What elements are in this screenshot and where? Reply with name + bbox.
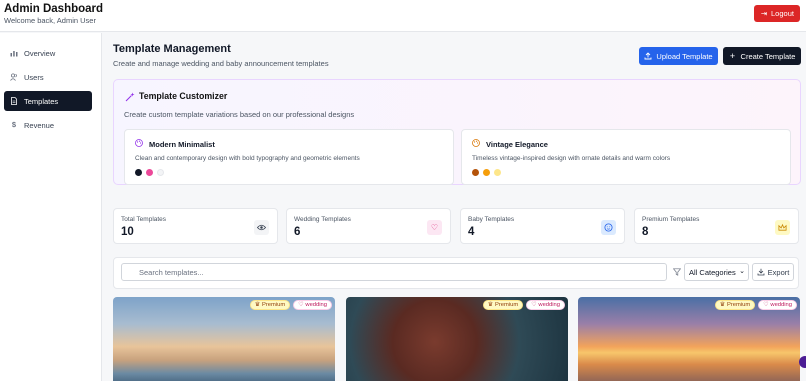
design-name: Vintage Elegance bbox=[486, 140, 548, 149]
logout-label: Logout bbox=[771, 9, 794, 18]
bar-chart-icon bbox=[10, 49, 18, 57]
stat-label: Premium Templates bbox=[642, 216, 700, 223]
sidebar-item-templates[interactable]: Templates bbox=[4, 91, 92, 111]
sidebar-item-users[interactable]: Users bbox=[4, 67, 92, 87]
stat-card-baby: Baby Templates 4 bbox=[460, 208, 625, 244]
filter-icon bbox=[672, 268, 682, 278]
baby-icon bbox=[601, 220, 616, 235]
customizer-title: Template Customizer bbox=[139, 91, 228, 101]
upload-icon bbox=[644, 52, 652, 60]
customizer-subtitle: Create custom template variations based … bbox=[124, 110, 355, 119]
design-description: Clean and contemporary design with bold … bbox=[135, 155, 360, 162]
magic-wand-icon bbox=[125, 92, 135, 104]
export-label: Export bbox=[767, 267, 790, 277]
heart-icon: ♡ bbox=[298, 302, 304, 308]
app-title: Admin Dashboard bbox=[4, 3, 104, 15]
color-swatches bbox=[135, 169, 164, 176]
page-title: Template Management bbox=[113, 43, 231, 55]
stat-label: Total Templates bbox=[121, 216, 167, 223]
stat-value: 8 bbox=[642, 226, 649, 238]
premium-label: Premium bbox=[494, 302, 519, 308]
category-select-value: All Categories bbox=[689, 267, 736, 277]
main-content: Template Management Create and manage we… bbox=[103, 33, 806, 381]
stat-label: Baby Templates bbox=[468, 216, 515, 223]
chevron-down-icon: ⌄ bbox=[739, 268, 745, 275]
design-name: Modern Minimalist bbox=[149, 140, 215, 149]
eye-icon bbox=[254, 220, 269, 235]
design-description: Timeless vintage-inspired design with or… bbox=[472, 155, 671, 162]
premium-badge: ♛ Premium bbox=[714, 300, 756, 310]
sidebar-item-overview[interactable]: Overview bbox=[4, 43, 92, 63]
create-template-button[interactable]: + Create Template bbox=[723, 47, 801, 65]
premium-label: Premium bbox=[261, 302, 286, 308]
stat-value: 6 bbox=[294, 226, 301, 238]
create-template-label: Create Template bbox=[740, 51, 796, 61]
crown-icon bbox=[775, 220, 790, 235]
color-swatch bbox=[472, 169, 479, 176]
filter-bar: All Categories ⌄ Export bbox=[113, 257, 799, 289]
template-card[interactable]: ♛ Premium ♡ wedding bbox=[578, 297, 800, 381]
template-badges: ♛ Premium ♡ wedding bbox=[714, 300, 797, 310]
crown-icon: ♛ bbox=[254, 302, 260, 308]
search-input[interactable] bbox=[121, 263, 667, 281]
sidebar-item-label: Templates bbox=[24, 96, 59, 106]
file-icon bbox=[10, 97, 18, 105]
crown-icon: ♛ bbox=[487, 302, 493, 308]
premium-badge: ♛ Premium bbox=[249, 300, 291, 310]
upload-template-label: Upload Template bbox=[656, 51, 713, 61]
palette-icon bbox=[472, 139, 480, 149]
page-subtitle: Create and manage wedding and baby annou… bbox=[113, 59, 329, 68]
export-button[interactable]: Export bbox=[752, 263, 794, 281]
color-swatch bbox=[146, 169, 153, 176]
category-label: wedding bbox=[770, 302, 792, 308]
color-swatches bbox=[472, 169, 501, 176]
template-badges: ♛ Premium ♡ wedding bbox=[249, 300, 332, 310]
stat-card-total: Total Templates 10 bbox=[113, 208, 278, 244]
design-card-modern-minimalist[interactable]: Modern Minimalist Clean and contemporary… bbox=[124, 129, 454, 185]
sidebar: Overview Users Templates $ Revenue bbox=[0, 33, 102, 381]
crown-icon: ♛ bbox=[719, 302, 725, 308]
template-card[interactable]: ♛ Premium ♡ wedding bbox=[113, 297, 335, 381]
template-card[interactable]: ♛ Premium ♡ wedding bbox=[346, 297, 568, 381]
category-select[interactable]: All Categories ⌄ bbox=[684, 263, 749, 281]
plus-icon: + bbox=[729, 50, 736, 61]
stat-label: Wedding Templates bbox=[294, 216, 351, 223]
floating-widget-button[interactable] bbox=[799, 356, 806, 368]
category-badge: ♡ wedding bbox=[293, 300, 332, 310]
category-label: wedding bbox=[538, 302, 560, 308]
dollar-icon: $ bbox=[11, 120, 17, 130]
sidebar-item-label: Revenue bbox=[24, 120, 55, 130]
stat-value: 10 bbox=[121, 226, 134, 238]
template-badges: ♛ Premium ♡ wedding bbox=[482, 300, 565, 310]
logout-button[interactable]: ⇥ Logout bbox=[754, 5, 800, 22]
color-swatch bbox=[483, 169, 490, 176]
heart-icon: ♡ bbox=[763, 302, 769, 308]
heart-icon: ♡ bbox=[531, 302, 537, 308]
upload-template-button[interactable]: Upload Template bbox=[639, 47, 718, 65]
palette-icon bbox=[135, 139, 143, 149]
template-customizer: Template Customizer Create custom templa… bbox=[113, 79, 801, 185]
welcome-text: Welcome back, Admin User bbox=[4, 16, 96, 25]
category-badge: ♡ wedding bbox=[526, 300, 565, 310]
sidebar-item-label: Overview bbox=[24, 48, 56, 58]
heart-icon: ♡ bbox=[427, 220, 442, 235]
premium-badge: ♛ Premium bbox=[482, 300, 524, 310]
design-card-vintage-elegance[interactable]: Vintage Elegance Timeless vintage-inspir… bbox=[461, 129, 791, 185]
premium-label: Premium bbox=[726, 302, 751, 308]
logout-icon: ⇥ bbox=[760, 8, 768, 18]
stat-value: 4 bbox=[468, 226, 475, 238]
download-icon bbox=[757, 268, 765, 276]
color-swatch bbox=[135, 169, 142, 176]
sidebar-item-label: Users bbox=[24, 72, 44, 82]
category-label: wedding bbox=[305, 302, 327, 308]
stat-card-wedding: Wedding Templates 6 ♡ bbox=[286, 208, 451, 244]
stat-card-premium: Premium Templates 8 bbox=[634, 208, 799, 244]
color-swatch bbox=[157, 169, 164, 176]
sidebar-item-revenue[interactable]: $ Revenue bbox=[4, 115, 92, 135]
category-badge: ♡ wedding bbox=[758, 300, 797, 310]
color-swatch bbox=[494, 169, 501, 176]
users-icon bbox=[10, 73, 18, 81]
top-bar: Admin Dashboard Welcome back, Admin User… bbox=[0, 0, 806, 32]
